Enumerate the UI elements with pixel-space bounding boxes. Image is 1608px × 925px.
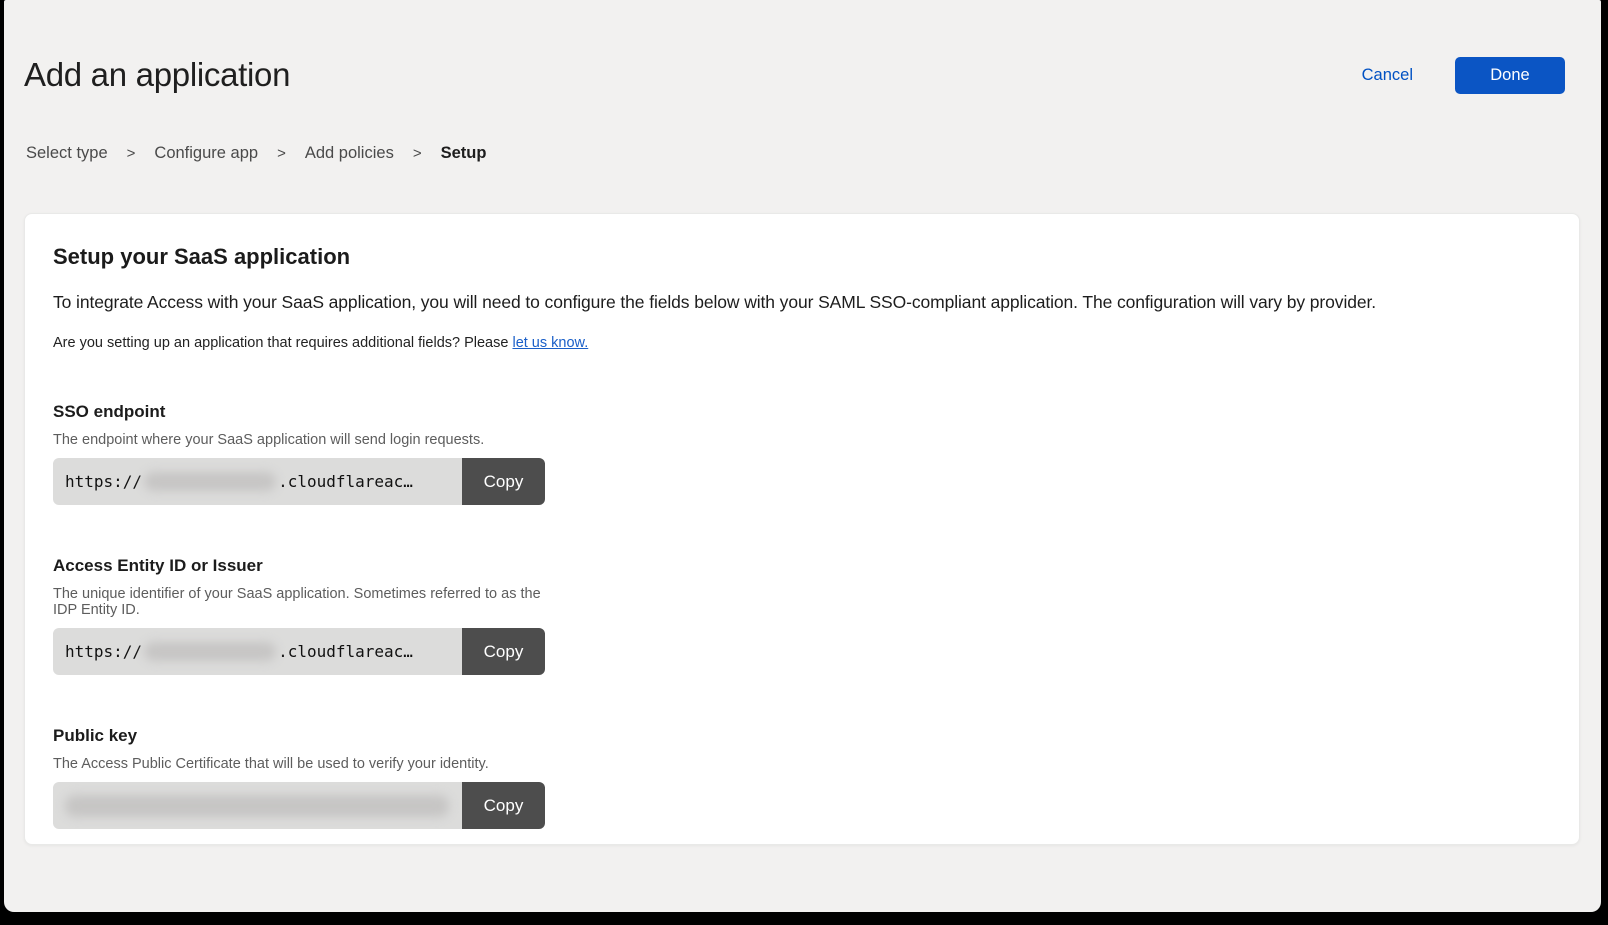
value-prefix: https:// [65,472,142,491]
breadcrumb-separator: > [277,145,286,162]
field-description: The endpoint where your SaaS application… [53,432,545,448]
field-row: Copy [53,782,545,829]
card-note: Are you setting up an application that r… [53,335,1551,351]
page-header: Add an application Cancel Done [4,0,1601,94]
field-description: The unique identifier of your SaaS appli… [53,586,545,618]
access-entity-id-value: https:// .cloudflareac… [53,628,462,675]
value-prefix: https:// [65,642,142,661]
field-label: SSO endpoint [53,402,545,422]
breadcrumb-item-configure-app[interactable]: Configure app [154,144,258,163]
redacted-text [65,795,449,817]
card-intro-text: To integrate Access with your SaaS appli… [53,292,1551,313]
field-row: https:// .cloudflareac… Copy [53,458,545,505]
field-public-key: Public key The Access Public Certificate… [53,726,545,829]
value-suffix: .cloudflareac… [278,472,413,491]
breadcrumb-item-select-type[interactable]: Select type [26,144,108,163]
copy-sso-endpoint-button[interactable]: Copy [462,458,545,505]
field-access-entity-id: Access Entity ID or Issuer The unique id… [53,556,545,675]
done-button[interactable]: Done [1455,57,1565,94]
redacted-text [144,472,276,491]
breadcrumb-item-add-policies[interactable]: Add policies [305,144,394,163]
let-us-know-link[interactable]: let us know. [512,335,588,351]
card-heading: Setup your SaaS application [53,244,1551,270]
field-description: The Access Public Certificate that will … [53,756,545,772]
public-key-value [53,782,462,829]
field-sso-endpoint: SSO endpoint The endpoint where your Saa… [53,402,545,505]
card-note-text: Are you setting up an application that r… [53,335,512,351]
copy-access-entity-id-button[interactable]: Copy [462,628,545,675]
field-label: Access Entity ID or Issuer [53,556,545,576]
setup-card: Setup your SaaS application To integrate… [24,213,1580,845]
header-actions: Cancel Done [1362,57,1565,94]
breadcrumb-item-setup: Setup [441,144,487,163]
cancel-button[interactable]: Cancel [1362,66,1413,85]
field-label: Public key [53,726,545,746]
breadcrumb: Select type > Configure app > Add polici… [26,144,1601,163]
page: Add an application Cancel Done Select ty… [4,0,1601,912]
field-row: https:// .cloudflareac… Copy [53,628,545,675]
breadcrumb-separator: > [413,145,422,162]
copy-public-key-button[interactable]: Copy [462,782,545,829]
sso-endpoint-value: https:// .cloudflareac… [53,458,462,505]
redacted-text [144,642,276,661]
value-suffix: .cloudflareac… [278,642,413,661]
page-title: Add an application [24,56,290,94]
breadcrumb-separator: > [127,145,136,162]
